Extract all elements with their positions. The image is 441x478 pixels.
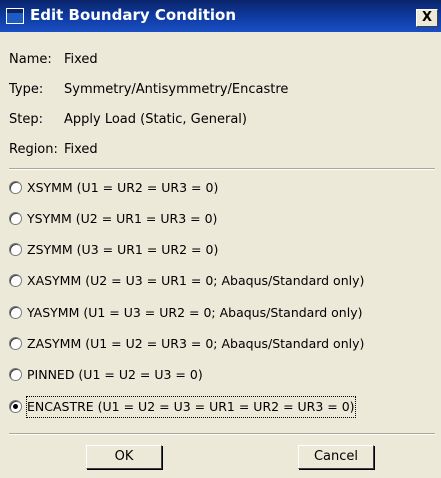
option-label: XSYMM (U1 = UR2 = UR3 = 0) [27, 180, 219, 195]
radio-button-selected[interactable] [9, 400, 22, 413]
ok-button[interactable]: OK [86, 445, 162, 469]
radio-button[interactable] [9, 306, 22, 319]
name-value: Fixed [64, 52, 98, 67]
option-label: ENCASTRE (U1 = U2 = U3 = UR1 = UR2 = UR3… [26, 396, 356, 418]
separator-top [9, 168, 435, 170]
option-label: YSYMM (U2 = UR1 = UR3 = 0) [27, 211, 218, 226]
radio-button[interactable] [9, 274, 22, 287]
option-label: PINNED (U1 = U2 = U3 = 0) [27, 367, 203, 382]
radio-button[interactable] [9, 212, 22, 225]
option-label: ZSYMM (U3 = UR1 = UR2 = 0) [27, 242, 219, 257]
window-icon [6, 8, 24, 24]
type-value: Symmetry/Antisymmetry/Encastre [64, 82, 289, 97]
step-value: Apply Load (Static, General) [64, 112, 247, 127]
type-label: Type: [9, 82, 44, 97]
radio-button[interactable] [9, 368, 22, 381]
step-label: Step: [9, 112, 43, 127]
cancel-button[interactable]: Cancel [298, 445, 374, 469]
region-value: Fixed [64, 142, 98, 157]
option-label: ZASYMM (U1 = U2 = UR3 = 0; Abaqus/Standa… [27, 336, 365, 351]
option-label: YASYMM (U1 = U3 = UR2 = 0; Abaqus/Standa… [27, 305, 363, 320]
window-title: Edit Boundary Condition [30, 6, 237, 24]
radio-button[interactable] [9, 181, 22, 194]
option-label: XASYMM (U2 = U3 = UR1 = 0; Abaqus/Standa… [27, 273, 365, 288]
separator-bottom [9, 433, 435, 435]
name-label: Name: [9, 52, 52, 67]
radio-button[interactable] [9, 243, 22, 256]
title-bar[interactable]: Edit Boundary Condition X [0, 0, 441, 32]
region-label: Region: [9, 142, 58, 157]
close-button[interactable]: X [416, 9, 438, 27]
radio-button[interactable] [9, 337, 22, 350]
